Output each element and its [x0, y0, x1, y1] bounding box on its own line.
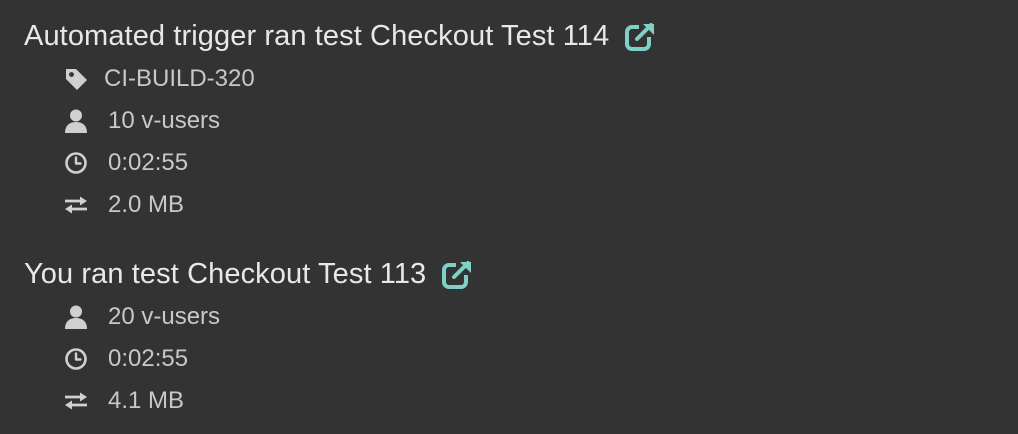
- clock-icon: [62, 345, 90, 373]
- entry-meta-list: CI-BUILD-320 10 v-users 0:02:55 2.0 MB: [24, 58, 657, 226]
- test-run-entry: Automated trigger ran test Checkout Test…: [24, 14, 658, 226]
- transfer-icon: [62, 387, 90, 415]
- duration-label: 0:02:55: [108, 345, 189, 372]
- test-run-feed: Automated trigger ran test Checkout Test…: [0, 0, 1018, 434]
- data-transfer-label: 2.0 MB: [108, 191, 185, 218]
- meta-duration: 0:02:55: [24, 338, 474, 380]
- entry-meta-list: 20 v-users 0:02:55 4.1 MB: [24, 296, 474, 422]
- user-icon: [62, 107, 90, 135]
- meta-duration: 0:02:55: [24, 142, 657, 184]
- external-link-icon[interactable]: [625, 21, 658, 51]
- users-label: 20 v-users: [108, 303, 221, 330]
- entry-title-text: You ran test Checkout Test 113: [24, 257, 427, 290]
- entry-title: Automated trigger ran test Checkout Test…: [24, 14, 658, 58]
- transfer-icon: [62, 191, 90, 219]
- meta-data-transfer: 2.0 MB: [24, 184, 657, 226]
- clock-icon: [62, 149, 90, 177]
- duration-label: 0:02:55: [108, 149, 189, 176]
- meta-users: 10 v-users: [24, 100, 657, 142]
- users-label: 10 v-users: [108, 107, 221, 134]
- meta-users: 20 v-users: [24, 296, 474, 338]
- meta-data-transfer: 4.1 MB: [24, 380, 474, 422]
- external-link-icon[interactable]: [442, 259, 475, 289]
- entry-title: You ran test Checkout Test 113: [24, 252, 475, 296]
- data-transfer-label: 4.1 MB: [108, 387, 185, 414]
- tag-label: CI-BUILD-320: [104, 65, 255, 92]
- user-icon: [62, 303, 90, 331]
- tag-icon: [62, 65, 90, 93]
- meta-tag: CI-BUILD-320: [24, 58, 657, 100]
- entry-title-text: Automated trigger ran test Checkout Test…: [24, 19, 610, 52]
- test-run-entry: You ran test Checkout Test 113 20 v-user…: [24, 252, 475, 422]
